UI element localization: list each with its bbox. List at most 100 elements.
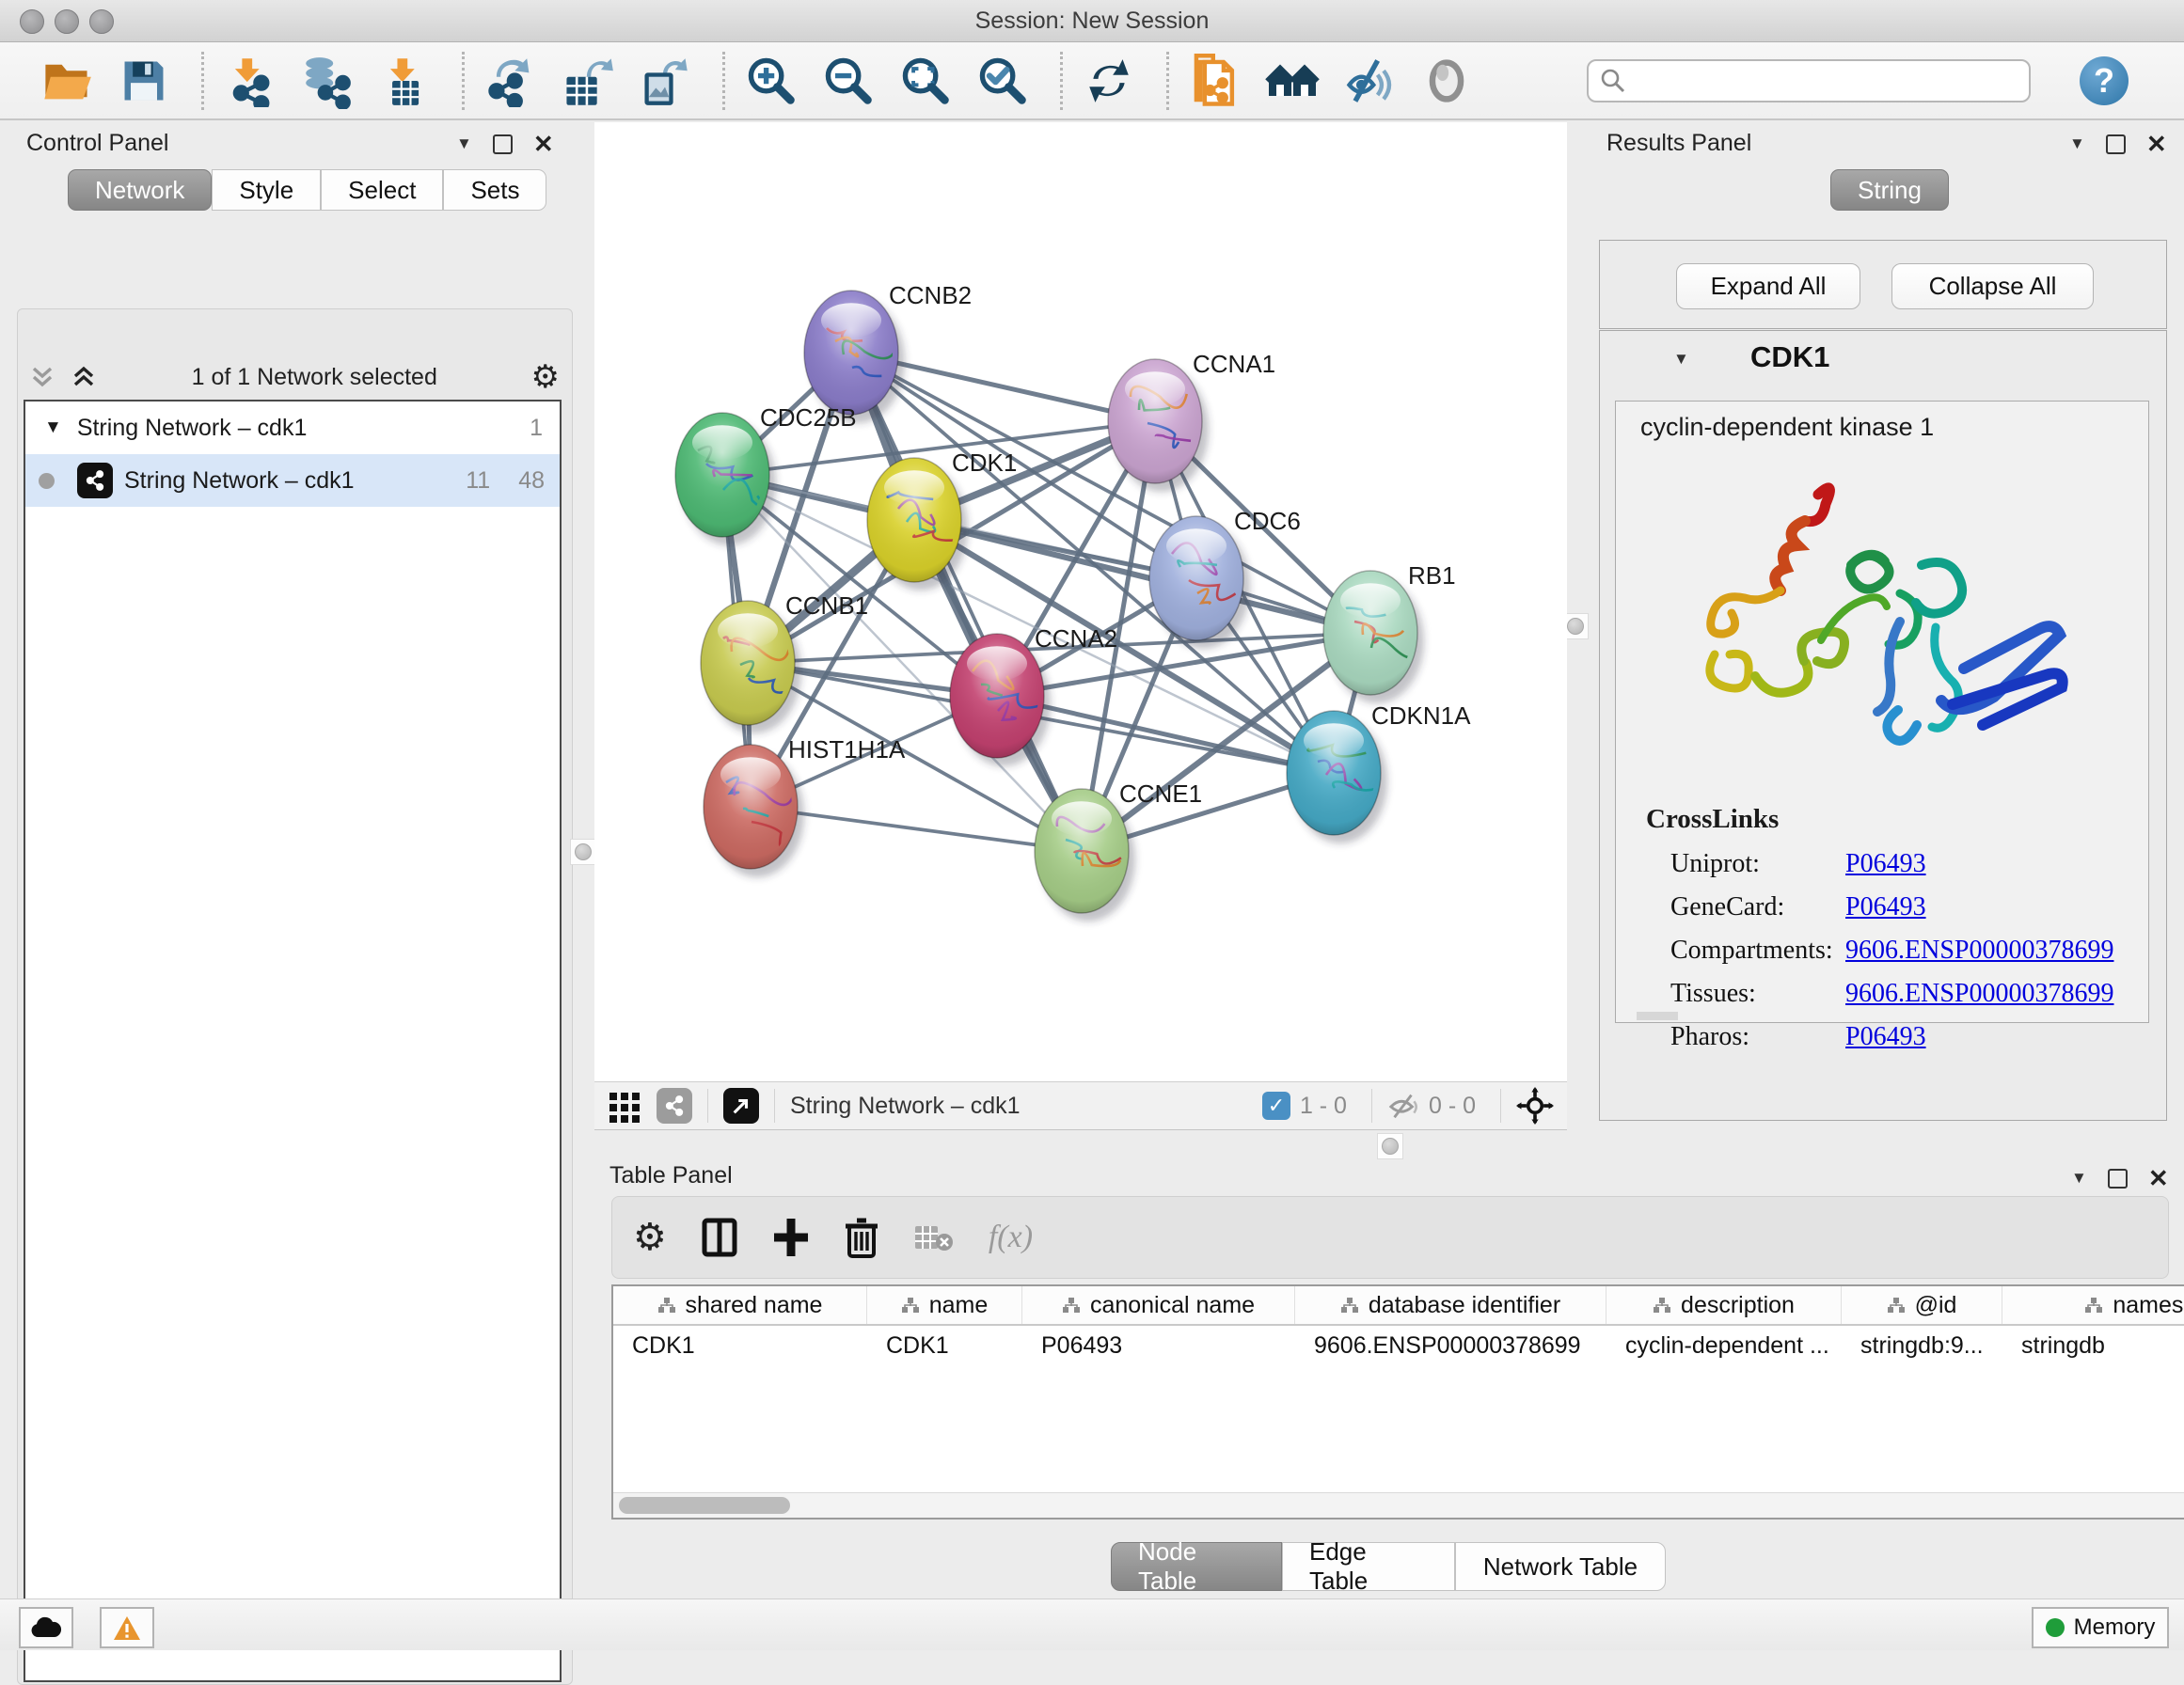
- apply-function-icon[interactable]: f(x): [989, 1220, 1033, 1255]
- delete-table-icon[interactable]: [913, 1220, 955, 1254]
- warning-button[interactable]: [100, 1607, 154, 1648]
- network-node-RB1[interactable]: RB1: [1323, 561, 1456, 703]
- hidden-eye-icon[interactable]: [1387, 1092, 1419, 1120]
- crosslink-value-link[interactable]: 9606.ENSP00000378699: [1845, 936, 2113, 966]
- tab-sets[interactable]: Sets: [443, 169, 546, 211]
- panel-close-icon[interactable]: ✕: [2148, 1166, 2169, 1190]
- panel-float-icon[interactable]: [2106, 134, 2126, 154]
- crosslink-row: Uniprot:P06493: [1670, 849, 2148, 879]
- network-collection-row[interactable]: ▼ String Network – cdk1 1: [25, 402, 560, 454]
- crosslink-value-link[interactable]: P06493: [1845, 1022, 1926, 1052]
- export-image-icon[interactable]: [638, 54, 692, 108]
- share-view-icon[interactable]: [657, 1088, 692, 1124]
- string-home-icon[interactable]: [1265, 54, 1320, 108]
- tab-node-table[interactable]: Node Table: [1111, 1542, 1282, 1591]
- save-session-icon[interactable]: [117, 54, 171, 108]
- panel-close-icon[interactable]: ✕: [533, 132, 554, 156]
- expand-all-icon[interactable]: [70, 363, 98, 391]
- column-header-name[interactable]: name: [867, 1286, 1022, 1324]
- help-button[interactable]: ?: [2080, 56, 2129, 105]
- table-cell: CDK1: [867, 1332, 1022, 1360]
- column-header-database-identifier[interactable]: database identifier: [1295, 1286, 1606, 1324]
- table-settings-gear-icon[interactable]: ⚙: [633, 1219, 667, 1256]
- search-input[interactable]: [1587, 59, 2031, 102]
- crosshair-icon[interactable]: [1516, 1087, 1554, 1125]
- column-header-canonical-name[interactable]: canonical name: [1022, 1286, 1295, 1324]
- tab-network-table[interactable]: Network Table: [1455, 1542, 1666, 1591]
- toggle-graphics-details-icon[interactable]: [1342, 54, 1397, 108]
- collapse-all-icon[interactable]: [28, 363, 56, 391]
- mini-scrollbar[interactable]: [1637, 1012, 1678, 1020]
- toolbar-separator: [1060, 52, 1063, 110]
- column-header-shared-name[interactable]: shared name: [613, 1286, 867, 1324]
- column-header-namespace[interactable]: namespace: [2002, 1286, 2184, 1324]
- panel-float-icon[interactable]: [2108, 1169, 2128, 1189]
- panel-close-icon[interactable]: ✕: [2146, 132, 2167, 156]
- import-table-file-icon[interactable]: [377, 54, 432, 108]
- cloud-icon: [30, 1616, 62, 1639]
- column-header--id[interactable]: @id: [1842, 1286, 2002, 1324]
- network-node-CDC25B[interactable]: CDC25B: [675, 403, 857, 545]
- node-table[interactable]: shared namenamecanonical namedatabase id…: [611, 1284, 2184, 1520]
- column-header-description[interactable]: description: [1606, 1286, 1842, 1324]
- crosslink-value-link[interactable]: P06493: [1845, 849, 1926, 879]
- protein-structure-image: [1654, 452, 2105, 810]
- tab-string[interactable]: String: [1830, 169, 1949, 211]
- network-node-CCNE1[interactable]: CCNE1: [1035, 780, 1202, 921]
- network-node-CCNB1[interactable]: CCNB1: [701, 591, 868, 733]
- tab-select[interactable]: Select: [321, 169, 443, 211]
- open-session-icon[interactable]: [40, 54, 94, 108]
- gene-name: CDK1: [1750, 340, 1829, 374]
- scrollbar-thumb[interactable]: [619, 1497, 790, 1514]
- zoom-fit-icon[interactable]: [898, 54, 953, 108]
- network-node-CCNA1[interactable]: CCNA1: [1108, 350, 1275, 492]
- zoom-in-icon[interactable]: [744, 54, 799, 108]
- network-view-toolbar: String Network – cdk1 ✓ 1 - 0 0 - 0: [594, 1081, 1567, 1130]
- birds-eye-view-icon[interactable]: [1419, 54, 1474, 108]
- show-columns-icon[interactable]: [701, 1217, 738, 1258]
- panel-float-icon[interactable]: [493, 134, 513, 154]
- tab-network[interactable]: Network: [68, 169, 212, 211]
- zoom-selected-icon[interactable]: [975, 54, 1030, 108]
- crosslink-value-link[interactable]: P06493: [1845, 892, 1926, 922]
- export-web-page-icon[interactable]: [1188, 54, 1242, 108]
- network-node-CCNA2[interactable]: CCNA2: [950, 624, 1117, 766]
- network-canvas[interactable]: CCNB2CCNA1CDC25BCDK1CDC6RB1CCNB1CCNA2CDK…: [594, 122, 1567, 1081]
- create-column-icon[interactable]: [772, 1217, 810, 1258]
- open-in-window-icon[interactable]: [723, 1088, 759, 1124]
- panel-menu-icon[interactable]: ▼: [2069, 134, 2085, 153]
- toolbar-separator: [722, 52, 725, 110]
- import-network-file-icon[interactable]: [223, 54, 277, 108]
- grid-view-icon[interactable]: [608, 1089, 641, 1123]
- collapse-all-button[interactable]: Collapse All: [1891, 263, 2094, 309]
- network-node-HIST1H1A[interactable]: HIST1H1A: [704, 735, 906, 877]
- gear-icon[interactable]: ⚙: [531, 361, 560, 393]
- expand-all-button[interactable]: Expand All: [1676, 263, 1860, 309]
- crosslink-value-link[interactable]: 9606.ENSP00000378699: [1845, 979, 2113, 1009]
- memory-button[interactable]: Memory: [2032, 1607, 2169, 1648]
- network-node-CCNB2[interactable]: CCNB2: [804, 281, 972, 423]
- export-table-icon[interactable]: [561, 54, 615, 108]
- table-row[interactable]: CDK1CDK1P064939606.ENSP00000378699cyclin…: [613, 1326, 2184, 1365]
- refresh-icon[interactable]: [1082, 54, 1136, 108]
- left-splitter-handle[interactable]: [570, 839, 596, 865]
- network-node-CDC6[interactable]: CDC6: [1149, 507, 1301, 649]
- import-network-database-icon[interactable]: [300, 54, 355, 108]
- panel-menu-icon[interactable]: ▼: [456, 134, 472, 153]
- tab-style[interactable]: Style: [212, 169, 321, 211]
- network-node-CDKN1A[interactable]: CDKN1A: [1287, 701, 1471, 843]
- gene-section-expander-icon[interactable]: ▼: [1673, 350, 1689, 369]
- table-horizontal-scrollbar[interactable]: [613, 1492, 2184, 1518]
- tree-expander-icon[interactable]: ▼: [44, 417, 62, 438]
- network-graph[interactable]: CCNB2CCNA1CDC25BCDK1CDC6RB1CCNB1CCNA2CDK…: [594, 122, 1567, 1081]
- export-network-icon[interactable]: [483, 54, 538, 108]
- delete-column-icon[interactable]: [844, 1217, 879, 1258]
- tab-edge-table[interactable]: Edge Table: [1282, 1542, 1455, 1591]
- bottom-splitter-handle[interactable]: [1377, 1133, 1403, 1159]
- zoom-out-icon[interactable]: [821, 54, 876, 108]
- selected-checkbox-icon[interactable]: ✓: [1262, 1092, 1290, 1120]
- control-panel-title: Control Panel: [26, 130, 168, 157]
- cloud-button[interactable]: [19, 1607, 73, 1648]
- panel-menu-icon[interactable]: ▼: [2071, 1169, 2087, 1188]
- network-row[interactable]: String Network – cdk1 11 48: [25, 454, 560, 507]
